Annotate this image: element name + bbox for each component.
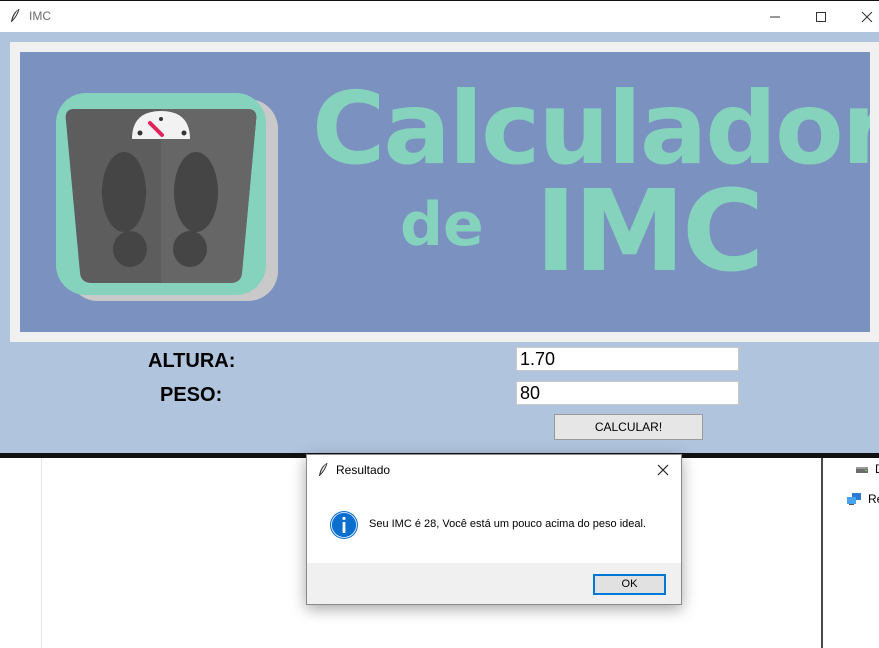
feather-icon xyxy=(11,8,20,22)
minimize-icon xyxy=(770,16,780,17)
altura-label: ALTURA: xyxy=(148,350,236,372)
background-item-network[interactable]: Re xyxy=(846,492,879,506)
window-title: IMC xyxy=(29,9,51,23)
banner-image: Calculadora de IMC xyxy=(20,52,870,332)
background-item-label: D xyxy=(875,462,879,476)
background-item-label: Re xyxy=(868,492,879,506)
maximize-button[interactable] xyxy=(798,1,844,32)
dialog-title: Resultado xyxy=(336,463,391,477)
peso-label: PESO: xyxy=(160,384,223,406)
scale-icon xyxy=(56,93,278,301)
drive-icon xyxy=(856,467,868,473)
left-divider xyxy=(41,458,42,648)
banner-title-de: de xyxy=(400,190,484,260)
background-item-drive[interactable]: D xyxy=(855,462,879,476)
minimize-button[interactable] xyxy=(752,1,798,32)
dialog-message: Seu IMC é 28, Você está um pouco acima d… xyxy=(369,518,646,530)
title-bar: IMC xyxy=(0,1,879,32)
altura-input[interactable]: 1.70 xyxy=(516,347,739,371)
close-icon xyxy=(861,11,873,22)
banner-title-imc: IMC xyxy=(535,167,764,297)
banner-frame: Calculadora de IMC xyxy=(10,42,879,342)
peso-input[interactable]: 80 xyxy=(516,381,739,405)
feather-icon xyxy=(319,462,328,476)
imc-window: IMC Calculador de IMC ALTURA: PESO: 1.70… xyxy=(0,0,879,458)
close-icon xyxy=(657,464,669,476)
calculate-button[interactable]: CALCULAR! xyxy=(554,414,703,440)
network-icon xyxy=(847,493,861,505)
result-dialog: Resultado Seu IMC é 28, Você está um pou… xyxy=(306,454,682,605)
maximize-icon xyxy=(816,11,826,22)
info-icon xyxy=(330,511,358,539)
close-button[interactable] xyxy=(844,1,879,32)
ok-button[interactable]: OK xyxy=(593,574,666,595)
right-divider xyxy=(821,458,823,648)
dialog-close-button[interactable] xyxy=(651,459,675,481)
dialog-footer: OK xyxy=(307,563,681,604)
